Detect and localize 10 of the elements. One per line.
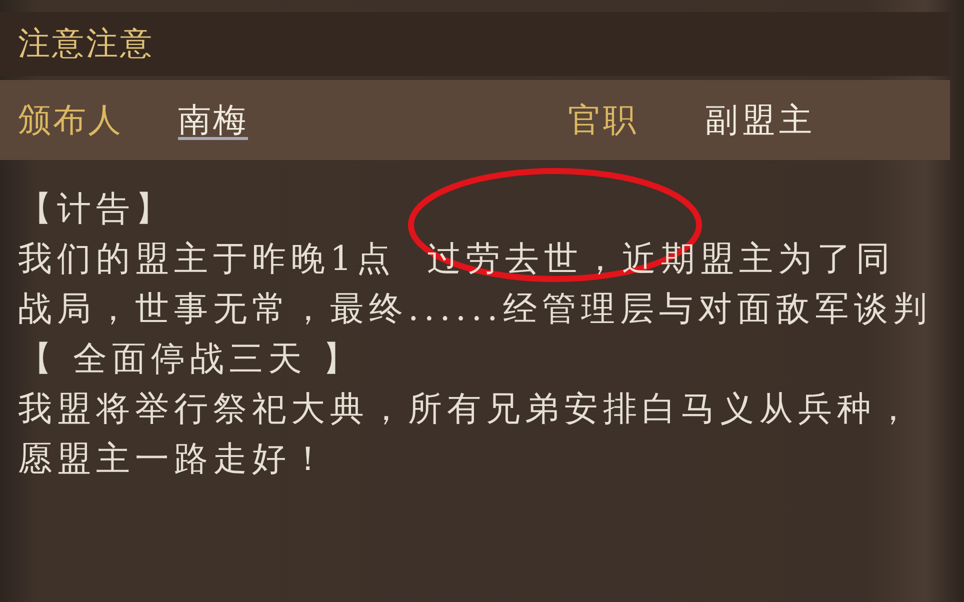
position-label: 官职 (568, 98, 639, 140)
issuer-label: 颁布人 (18, 98, 124, 140)
position-value: 副盟主 (705, 98, 817, 140)
notice-text-line: 愿盟主一路走好！ (18, 438, 331, 481)
notice-text-line: 我盟将举行祭祀大典，所有兄弟安排白马义从兵种， (18, 388, 916, 431)
issuer-link[interactable]: 南梅 (178, 98, 248, 142)
notice-text-line: 【计告】 (18, 188, 175, 231)
notice-text-line: 【 全面停战三天 】 (18, 338, 363, 381)
notice-text-line: 战局，世事无常，最终......经管理层与对面敌军谈判 (18, 288, 933, 331)
notice-title: 注意注意 (18, 23, 154, 64)
